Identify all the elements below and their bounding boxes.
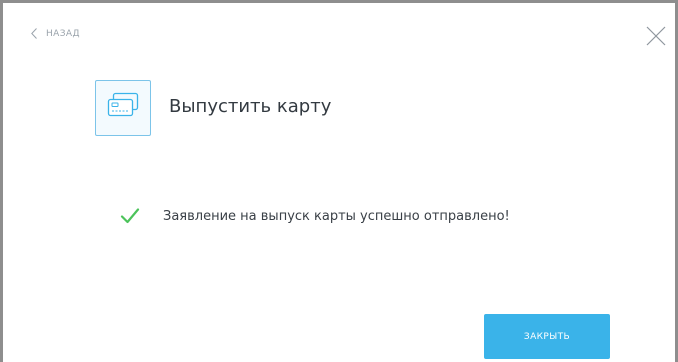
card-icon	[106, 92, 140, 124]
close-button[interactable]: ЗАКРЫТЬ	[484, 314, 610, 359]
close-icon[interactable]	[645, 25, 667, 47]
dialog: НАЗАД Выпустить карту Заявление на выпус…	[0, 0, 678, 362]
card-tile	[95, 80, 151, 136]
back-label: НАЗАД	[46, 28, 80, 39]
check-icon	[120, 206, 140, 226]
back-link[interactable]: НАЗАД	[31, 28, 80, 39]
chevron-left-icon	[31, 28, 37, 39]
success-message-row: Заявление на выпуск карты успешно отправ…	[120, 206, 510, 226]
success-message: Заявление на выпуск карты успешно отправ…	[163, 208, 510, 224]
page-title: Выпустить карту	[169, 96, 332, 117]
